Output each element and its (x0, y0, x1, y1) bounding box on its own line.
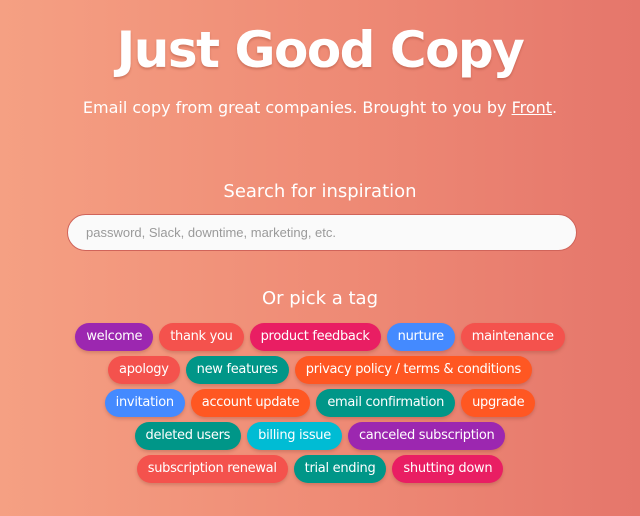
tag-account-update[interactable]: account update (190, 389, 311, 417)
tag-email-confirmation[interactable]: email confirmation (316, 389, 456, 417)
tag-apology[interactable]: apology (108, 356, 180, 384)
search-input[interactable] (67, 214, 577, 251)
subtitle: Email copy from great companies. Brought… (0, 96, 640, 120)
tag-row: deleted users billing issue canceled sub… (134, 422, 506, 450)
tag-section-label: Or pick a tag (261, 288, 379, 309)
tag-nurture[interactable]: nurture (386, 323, 455, 351)
tag-billing-issue[interactable]: billing issue (247, 422, 342, 450)
page-title: Just Good Copy (116, 21, 525, 79)
search-label: Search for inspiration (223, 181, 417, 202)
tag-thank-you[interactable]: thank you (159, 323, 244, 351)
tag-row: welcome thank you product feedback nurtu… (75, 323, 565, 351)
tag-new-features[interactable]: new features (185, 356, 289, 384)
page: Just Good Copy Email copy from great com… (0, 0, 640, 516)
tag-product-feedback[interactable]: product feedback (249, 323, 381, 351)
tag-canceled-subscription[interactable]: canceled subscription (347, 422, 506, 450)
tag-welcome[interactable]: welcome (75, 323, 154, 351)
tag-row: invitation account update email confirma… (104, 389, 536, 417)
tag-privacy-policy[interactable]: privacy policy / terms & conditions (294, 356, 532, 384)
tag-shutting-down[interactable]: shutting down (392, 455, 504, 483)
tag-cloud: welcome thank you product feedback nurtu… (0, 323, 640, 488)
tag-deleted-users[interactable]: deleted users (134, 422, 242, 450)
tag-trial-ending[interactable]: trial ending (293, 455, 387, 483)
tag-upgrade[interactable]: upgrade (461, 389, 536, 417)
subtitle-period: . (552, 98, 558, 117)
tag-subscription-renewal[interactable]: subscription renewal (136, 455, 288, 483)
front-link[interactable]: Front (512, 98, 552, 117)
tag-invitation[interactable]: invitation (104, 389, 185, 417)
tag-maintenance[interactable]: maintenance (460, 323, 565, 351)
tag-row: subscription renewal trial ending shutti… (136, 455, 504, 483)
subtitle-text: Email copy from great companies. Brought… (82, 98, 512, 117)
tag-row: apology new features privacy policy / te… (108, 356, 532, 384)
